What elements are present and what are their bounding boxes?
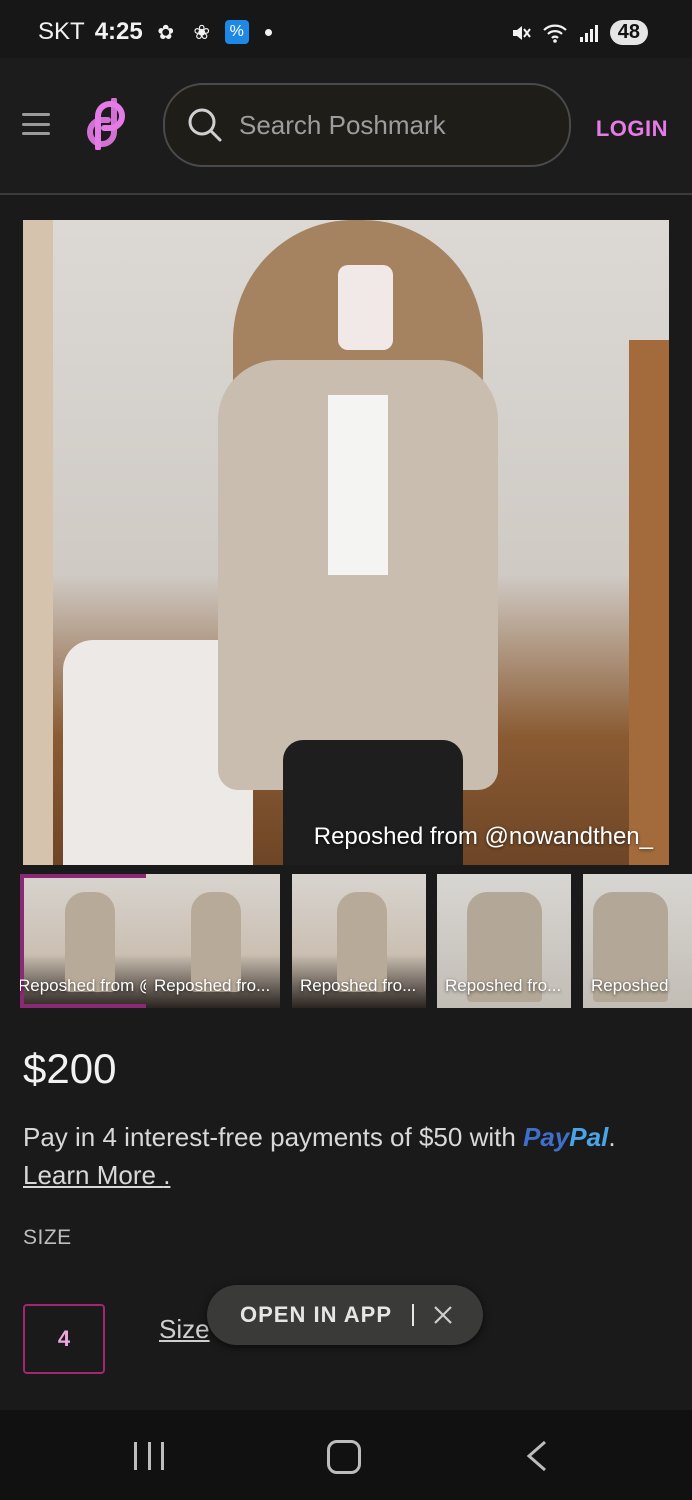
main-image-caption: Reposhed from @nowandthen_ [313,823,653,850]
thumbnail-strip[interactable]: Reposhed from @nowandthen_ Reposhed fro.… [20,874,692,1008]
percent-app-icon: % [224,20,249,44]
paypal-text: Pay in 4 interest-free payments of $50 w… [23,1122,524,1152]
paypal-logo: PayPal [523,1122,608,1152]
thumbnail[interactable]: Reposhed from @nowandthen_ [20,874,154,1008]
status-right: 48 [510,20,648,45]
learn-more-period: . [163,1160,171,1190]
home-icon[interactable] [327,1440,361,1474]
size-heading: SIZE [23,1226,72,1249]
search-input[interactable]: Search Poshmark [239,110,446,141]
thumbnail[interactable]: Reposhed [583,874,692,1008]
size-option[interactable]: 4 [23,1304,105,1374]
thumbnail-caption: Reposhed fro... [445,976,562,995]
thumbnail[interactable]: Reposhed fro... [146,874,280,1008]
thumbnail-caption: Reposhed fro... [154,976,271,995]
hamburger-menu-icon[interactable] [22,113,50,135]
listing-main-image[interactable]: Reposhed from @nowandthen_ [23,220,669,865]
paypal-installments: Pay in 4 interest-free payments of $50 w… [23,1122,616,1153]
thumbnail[interactable]: Reposhed fro... [292,874,426,1008]
recent-apps-icon[interactable] [134,1442,164,1470]
status-left: SKT 4:25 ✿ ❀ % [38,18,272,46]
paypal-logo-pal: Pal [569,1122,609,1152]
divider [412,1304,414,1326]
battery-icon: 48 [609,20,648,45]
back-icon[interactable] [525,1440,549,1472]
paypal-logo-pay: Pay [523,1122,570,1152]
mute-icon [512,25,531,40]
thumbnail-caption: Reposhed [591,976,669,995]
open-in-app-button[interactable]: OPEN IN APP [240,1302,392,1328]
search-icon [188,108,222,142]
size-chart-link[interactable]: Size [159,1314,210,1345]
close-icon[interactable] [432,1304,454,1326]
mirror-frame [23,220,53,865]
thumbnail-caption: Reposhed from @nowandthen_ [20,976,154,995]
thumbnail[interactable]: Reposhed fro... [437,874,571,1008]
poshmark-logo-icon[interactable] [84,98,128,150]
thumbnail-caption: Reposhed fro... [300,976,417,995]
wifi-icon [542,24,567,43]
door-shape [629,340,669,865]
phone-shape [338,265,393,350]
learn-more-link[interactable]: Learn More . [23,1160,170,1191]
signal-icon [579,24,598,42]
notification-dot [264,28,272,36]
open-in-app-banner[interactable]: OPEN IN APP [207,1285,483,1345]
learn-more-text[interactable]: Learn More [23,1160,156,1190]
leaf-icon: ✿ [157,21,175,44]
system-nav-bar [0,1410,692,1500]
shirt-shape [328,395,388,575]
top-header: Search Poshmark LOGIN [0,58,692,195]
clock: 4:25 [94,18,143,45]
carrier: SKT [38,18,85,45]
listing-price: $200 [23,1045,117,1092]
search-bar[interactable]: Search Poshmark [163,83,571,167]
pinwheel-icon: ❀ [193,21,211,44]
status-bar: SKT 4:25 ✿ ❀ % 48 [0,0,692,58]
login-button[interactable]: LOGIN [596,116,668,142]
paypal-period: . [608,1122,616,1152]
